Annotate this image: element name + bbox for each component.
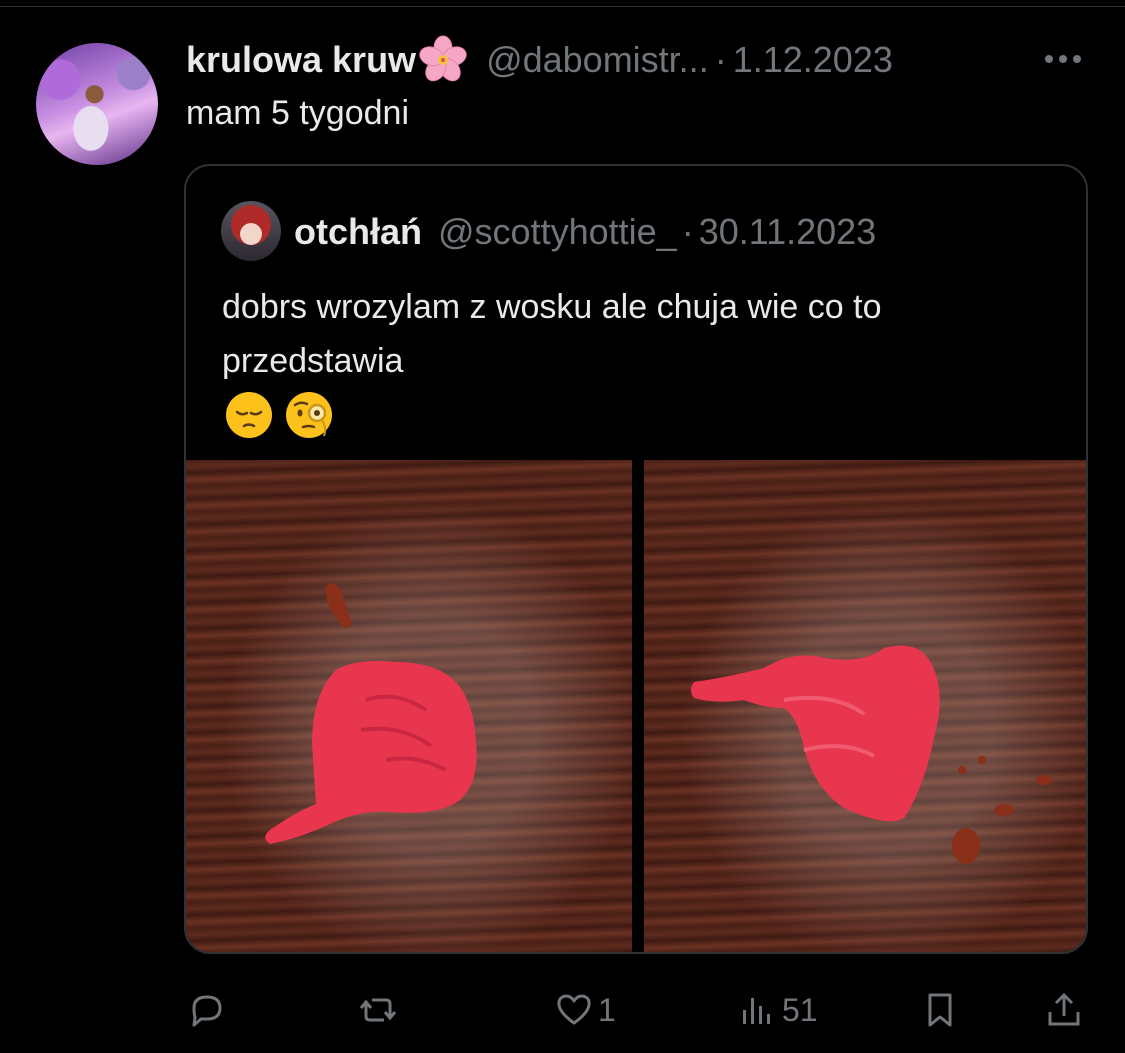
top-divider (0, 0, 1125, 7)
author-handle[interactable]: @dabomistr... (486, 39, 709, 81)
post-text: mam 5 tygodni (186, 94, 409, 132)
quoted-author-name[interactable]: otchłań (294, 211, 422, 253)
reply-icon (192, 995, 222, 1027)
quoted-author-handle[interactable]: @scottyhottie_ (438, 211, 677, 253)
quoted-post-date[interactable]: 30.11.2023 (699, 211, 877, 253)
post-header: krulowa kruw @dabomistr... · 1.12.2023 (186, 34, 893, 86)
heart-icon (557, 994, 591, 1025)
author-name[interactable]: krulowa kruw (186, 39, 416, 81)
bookmark-button[interactable] (920, 980, 960, 1040)
red-wax-photo-right[interactable] (644, 460, 1086, 952)
cherry-blossom-icon (418, 35, 468, 85)
like-button[interactable]: 1 (554, 980, 616, 1040)
views-icon (743, 998, 770, 1024)
like-count: 1 (598, 991, 616, 1028)
more-options-icon[interactable] (1041, 44, 1085, 74)
quoted-post-header: otchłań @scottyhottie_ · 30.11.2023 (294, 208, 876, 256)
pensive-face-emoji-icon (226, 392, 272, 438)
bookmark-icon (928, 993, 952, 1027)
share-icon (1048, 992, 1080, 1026)
media-gap (632, 460, 644, 952)
repost-button[interactable] (358, 980, 402, 1040)
face-with-monocle-emoji-icon (286, 392, 332, 438)
post-date[interactable]: 1.12.2023 (733, 39, 893, 81)
quoted-post[interactable]: otchłań @scottyhottie_ · 30.11.2023 dobr… (184, 164, 1088, 954)
quoted-author-avatar[interactable] (221, 201, 281, 261)
views-count: 51 (782, 991, 818, 1028)
quoted-emoji-row (224, 390, 334, 440)
action-bar: 1 51 (0, 980, 1125, 1040)
red-wax-photo-left[interactable] (186, 460, 632, 952)
reply-button[interactable] (186, 980, 230, 1040)
quoted-post-text: dobrs wrozylam z wosku ale chuja wie co … (222, 288, 882, 380)
share-button[interactable] (1044, 980, 1084, 1040)
views-button[interactable]: 51 (738, 980, 818, 1040)
author-avatar[interactable] (36, 43, 158, 165)
quoted-dot-separator: · (681, 211, 694, 252)
repost-icon (359, 998, 397, 1022)
dot-separator: · (714, 39, 727, 80)
quoted-media (186, 460, 1086, 952)
